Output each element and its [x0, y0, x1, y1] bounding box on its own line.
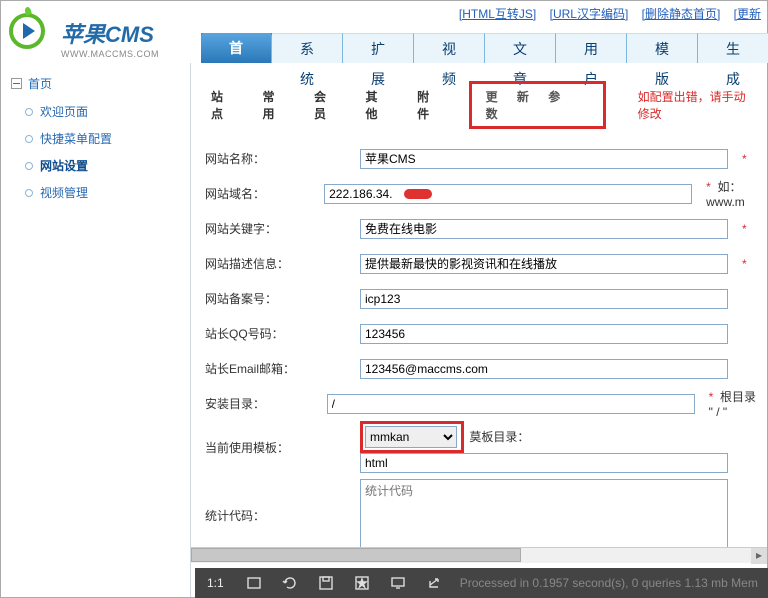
- refresh-icon[interactable]: [272, 568, 308, 598]
- row-description: 网站描述信息： *: [195, 246, 763, 281]
- subtab-site[interactable]: 站点: [211, 88, 235, 122]
- sidebar-parent-label: 首页: [28, 75, 52, 92]
- subtab-member[interactable]: 会员: [314, 88, 338, 122]
- top-links: [HTML互转JS] [URL汉字编码] [删除静态首页] [更新: [449, 5, 761, 22]
- logo-text-cn: 苹果CMS: [61, 17, 159, 49]
- template-select-highlight: mmkan: [360, 421, 464, 453]
- link-update[interactable]: [更新: [734, 7, 761, 21]
- redacted-icon: [404, 189, 432, 199]
- required-star: *: [730, 152, 747, 166]
- settings-form: 网站名称： * 网站域名： * 如：www.m 网站关键字： * 网站描述信息：: [191, 141, 767, 597]
- required-star: *: [730, 257, 747, 271]
- sidebar-item-label: 网站设置: [40, 157, 88, 174]
- bullet-icon: [25, 108, 33, 116]
- nav-extend[interactable]: 扩展: [343, 33, 414, 63]
- sidebar-parent-home[interactable]: 首页: [1, 69, 190, 98]
- nav-template[interactable]: 模版: [627, 33, 698, 63]
- nav-system[interactable]: 系统: [272, 33, 343, 63]
- label-qq: 站长QQ号码：: [195, 325, 360, 342]
- process-info: Processed in 0.1957 second(s), 0 queries…: [460, 576, 758, 590]
- sidebar-item-label: 快捷菜单配置: [40, 130, 112, 147]
- logo-text-en: WWW.MACCMS.COM: [61, 49, 159, 59]
- row-email: 站长Email邮箱：: [195, 351, 763, 386]
- sidebar-item-welcome[interactable]: 欢迎页面: [1, 98, 190, 125]
- input-keywords[interactable]: [360, 219, 728, 239]
- share-icon[interactable]: [416, 568, 452, 598]
- required-star: * 如：www.m: [694, 178, 763, 209]
- nav-generate[interactable]: 生成: [698, 33, 768, 63]
- link-urlencode[interactable]: [URL汉字编码]: [550, 7, 629, 21]
- input-templatedir[interactable]: [360, 453, 728, 473]
- nav-article[interactable]: 文章: [485, 33, 556, 63]
- row-domain: 网站域名： * 如：www.m: [195, 176, 763, 211]
- sidebar-item-sitesettings[interactable]: 网站设置: [1, 152, 190, 179]
- update-params-button[interactable]: 更 新 参 数: [469, 81, 606, 129]
- subtab-other[interactable]: 其他: [366, 88, 390, 122]
- main-nav: 首页 系统 扩展 视频 文章 用户 模版 生成: [201, 33, 767, 63]
- label-installdir: 安装目录：: [195, 395, 327, 412]
- nav-home[interactable]: 首页: [201, 33, 272, 63]
- label-template: 当前使用模板：: [195, 439, 360, 456]
- collapse-icon: [11, 78, 22, 89]
- row-installdir: 安装目录： * 根目录 " / ": [195, 386, 763, 421]
- bullet-icon: [25, 162, 33, 170]
- input-icp[interactable]: [360, 289, 728, 309]
- monitor-icon[interactable]: [380, 568, 416, 598]
- bullet-icon: [25, 135, 33, 143]
- fit-window-icon[interactable]: [236, 568, 272, 598]
- label-icp: 网站备案号：: [195, 290, 360, 307]
- bullet-icon: [25, 189, 33, 197]
- logo: 苹果CMS WWW.MACCMS.COM: [9, 9, 45, 49]
- save-icon[interactable]: [308, 568, 344, 598]
- input-domain[interactable]: [324, 184, 692, 204]
- subtab-attach[interactable]: 附件: [417, 88, 441, 122]
- input-installdir[interactable]: [327, 394, 695, 414]
- status-bar: 1:1 Processed in 0.1957 second(s), 0 que…: [195, 568, 768, 598]
- row-icp: 网站备案号：: [195, 281, 763, 316]
- row-template: 当前使用模板： mmkan 莫板目录：: [195, 421, 763, 473]
- label-email: 站长Email邮箱：: [195, 360, 360, 377]
- sidebar-item-videomanage[interactable]: 视频管理: [1, 179, 190, 206]
- sidebar-item-quickmenu[interactable]: 快捷菜单配置: [1, 125, 190, 152]
- label-sitename: 网站名称：: [195, 150, 360, 167]
- label-description: 网站描述信息：: [195, 255, 360, 272]
- star-icon[interactable]: [344, 568, 380, 598]
- row-keywords: 网站关键字： *: [195, 211, 763, 246]
- input-email[interactable]: [360, 359, 728, 379]
- sub-tabs: 站点 常用 会员 其他 附件 更 新 参 数 如配置出错，请手动修改: [191, 63, 767, 141]
- label-keywords: 网站关键字：: [195, 220, 360, 237]
- select-template[interactable]: mmkan: [365, 426, 457, 448]
- horizontal-scrollbar[interactable]: ▸: [191, 547, 767, 563]
- link-delstatic[interactable]: [删除静态首页]: [642, 7, 721, 21]
- label-stats: 统计代码：: [195, 479, 360, 524]
- subtab-common[interactable]: 常用: [263, 88, 287, 122]
- sidebar: 首页 欢迎页面 快捷菜单配置 网站设置 视频管理: [1, 63, 191, 597]
- input-qq[interactable]: [360, 324, 728, 344]
- config-warning: 如配置出错，请手动修改: [638, 88, 757, 122]
- required-star: *: [730, 222, 747, 236]
- link-html2js[interactable]: [HTML互转JS]: [459, 7, 536, 21]
- sidebar-item-label: 欢迎页面: [40, 103, 88, 120]
- scrollbar-arrow-right-icon[interactable]: ▸: [751, 548, 767, 564]
- row-qq: 站长QQ号码：: [195, 316, 763, 351]
- label-templatedir: 莫板目录：: [469, 430, 529, 444]
- nav-user[interactable]: 用户: [556, 33, 627, 63]
- input-description[interactable]: [360, 254, 728, 274]
- zoom-ratio: 1:1: [195, 576, 236, 590]
- label-domain: 网站域名：: [195, 185, 324, 202]
- content-area: 站点 常用 会员 其他 附件 更 新 参 数 如配置出错，请手动修改 网站名称：…: [191, 63, 767, 597]
- required-star: * 根目录 " / ": [697, 388, 763, 419]
- input-sitename[interactable]: [360, 149, 728, 169]
- sidebar-item-label: 视频管理: [40, 184, 88, 201]
- textarea-stats[interactable]: [360, 479, 728, 557]
- nav-video[interactable]: 视频: [414, 33, 485, 63]
- scrollbar-thumb[interactable]: [191, 548, 521, 562]
- row-sitename: 网站名称： *: [195, 141, 763, 176]
